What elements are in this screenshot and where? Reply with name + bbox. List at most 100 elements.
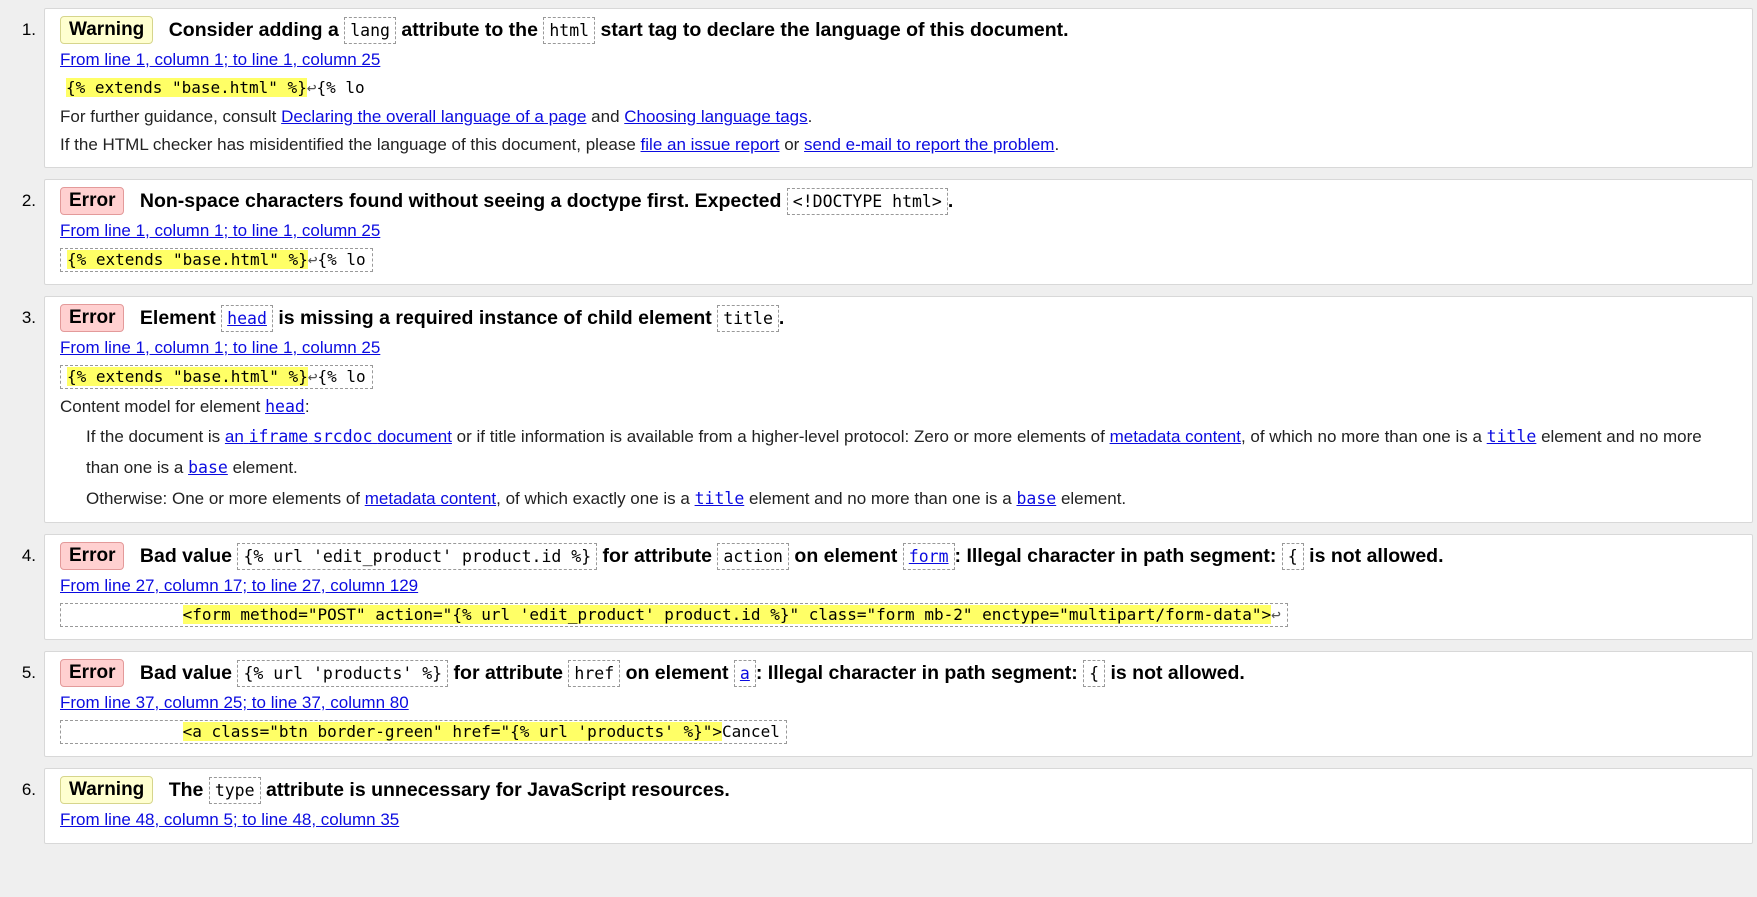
warning-badge: Warning [60,16,154,44]
location-link[interactable]: From line 1, column 1; to line 1, column… [60,336,1738,360]
code-extract: <form method="POST" action="{% url 'edit… [60,603,1288,627]
message-item: 2. Error Non-space characters found with… [22,179,1753,285]
rule-text: element and no more than one is a [748,489,1012,508]
extract-highlight: {% extends "base.html" %} [66,78,307,97]
code-html: html [543,17,596,44]
head-code: head [265,397,305,416]
a-element-link[interactable]: a [740,664,750,683]
code-bad-value: {% url 'edit_product' product.id %} [237,543,598,570]
message-number: 5. [21,663,36,682]
message-text: for attribute [453,662,563,684]
file-issue-link[interactable]: file an issue report [641,135,780,154]
message-text: Element [139,307,216,329]
message-text: . [778,307,785,329]
rule-text: element. [1060,489,1127,508]
code-href: href [568,660,621,687]
message-list: 1. Warning Consider adding a lang attrib… [0,0,1757,844]
content-model-rule-1: If the document is an iframe srcdoc docu… [60,421,1738,483]
message-text: . [947,190,954,212]
message-item: 4. Error Bad value {% url 'edit_product'… [22,534,1753,640]
guidance-link-declaring-language[interactable]: Declaring the overall language of a page [281,107,586,126]
error-badge: Error [60,659,125,687]
message-heading: Warning Consider adding a lang attribute… [60,16,1738,45]
metadata-content-link[interactable]: metadata content [1110,427,1241,446]
iframe-code: iframe [248,427,309,446]
code-title: title [717,305,779,332]
base-element-link[interactable]: base [1016,489,1057,508]
message-number: 4. [21,546,36,565]
form-element-link[interactable]: form [909,547,949,566]
rule-text: If the document is [86,427,221,446]
code-form: form [902,543,955,570]
message-item: 1. Warning Consider adding a lang attrib… [22,8,1753,168]
message-box: Error Element head is missing a required… [44,296,1753,523]
location-link[interactable]: From line 37, column 25; to line 37, col… [60,691,1738,715]
metadata-content-link[interactable]: metadata content [365,489,496,508]
error-badge: Error [60,542,125,570]
extract-highlight: {% extends "base.html" %} [67,367,308,386]
extract-highlight: {% extends "base.html" %} [67,250,308,269]
rule-text: element. [232,458,298,477]
guidance-text: . [807,107,813,126]
extract-rest: {% lo [316,78,365,97]
misid-text: or [784,135,800,154]
location-link[interactable]: From line 1, column 1; to line 1, column… [60,219,1738,243]
content-model-text: Content model for element [60,397,261,416]
message-text: is missing a required instance of child … [278,307,712,329]
extract-highlight: <a class="btn border-green" href="{% url… [182,722,723,741]
message-text: is not allowed. [1110,662,1245,684]
head-element-link[interactable]: head [227,309,267,328]
extract-rest: Cancel [722,722,780,741]
message-text: on element [794,545,898,567]
location-link[interactable]: From line 1, column 1; to line 1, column… [60,48,1738,72]
code-brace: { [1083,660,1106,687]
message-text: : Illegal character in path segment: [954,545,1277,567]
message-text: : Illegal character in path segment: [755,662,1078,684]
rule-text: , of which no more than one is a [1240,427,1482,446]
location-link[interactable]: From line 27, column 17; to line 27, col… [60,574,1738,598]
message-text: Bad value [139,545,233,567]
code-head: head [221,305,273,332]
location-link[interactable]: From line 48, column 5; to line 48, colu… [60,808,1738,832]
link-text: document [377,427,452,446]
message-heading: Error Bad value {% url 'products' %} for… [60,659,1738,688]
message-heading: Error Bad value {% url 'edit_product' pr… [60,542,1738,571]
message-box: Error Bad value {% url 'products' %} for… [44,651,1753,757]
message-text: attribute to the [401,19,538,41]
misid-text: . [1054,135,1060,154]
message-text: Bad value [139,662,233,684]
return-glyph-icon: ↩ [1271,605,1281,624]
title-element-link[interactable]: title [1486,427,1537,446]
extract-highlight: <form method="POST" action="{% url 'edit… [182,605,1272,624]
guidance-text: For further guidance, consult [60,107,277,126]
message-text: Consider adding a [168,19,339,41]
iframe-srcdoc-link[interactable]: an iframe srcdoc document [225,427,452,446]
extract-indent [67,605,183,624]
message-box: Warning Consider adding a lang attribute… [44,8,1753,168]
message-text: on element [625,662,729,684]
send-email-link[interactable]: send e-mail to report the problem [804,135,1054,154]
rule-text: , of which exactly one is a [496,489,690,508]
message-text: for attribute [602,545,712,567]
code-a: a [733,660,756,687]
message-heading: Error Element head is missing a required… [60,304,1738,333]
content-model-text: : [304,397,310,416]
base-element-link[interactable]: base [188,458,228,477]
message-text: The [168,779,204,801]
title-element-link[interactable]: title [694,489,745,508]
code-extract: {% extends "base.html" %}↩{% lo [60,365,373,389]
code-brace: { [1281,543,1304,570]
message-box: Error Bad value {% url 'edit_product' pr… [44,534,1753,640]
message-number: 1. [21,20,36,39]
extract-rest: {% lo [317,367,366,386]
head-content-model-link[interactable]: head [265,397,305,416]
message-number: 6. [21,780,36,799]
message-box: Error Non-space characters found without… [44,179,1753,285]
guidance-paragraph: For further guidance, consult Declaring … [60,103,1738,131]
link-text: an [224,427,244,446]
misid-text: If the HTML checker has misidentified th… [60,135,636,154]
error-badge: Error [60,304,125,332]
base-code: base [188,458,228,477]
guidance-link-choosing-tags[interactable]: Choosing language tags [624,107,807,126]
code-bad-value: {% url 'products' %} [237,660,449,687]
